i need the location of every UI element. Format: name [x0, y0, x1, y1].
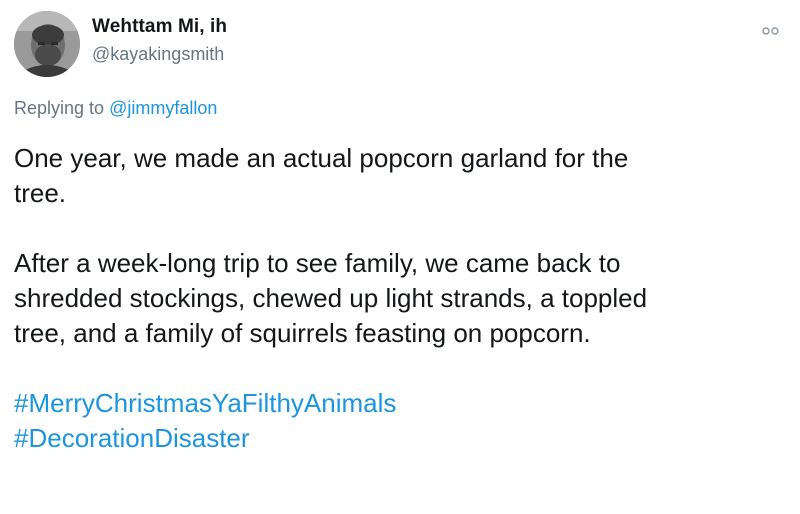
author-display-name[interactable]: Wehttam Mi, ih	[92, 15, 227, 39]
tweet-card: Wehttam Mi, ih @kayakingsmith Replying t…	[0, 0, 800, 514]
replying-to-line: Replying to @jimmyfallon	[14, 97, 217, 119]
avatar-image	[14, 11, 80, 77]
tweet-paragraph: After a week-long trip to see family, we…	[14, 248, 648, 348]
more-options-icon[interactable]	[760, 24, 782, 36]
author-block: Wehttam Mi, ih @kayakingsmith	[92, 15, 227, 66]
hashtag-link[interactable]: #MerryChristmasYaFilthyAnimals	[14, 386, 784, 421]
tweet-text: One year, we made an actual popcorn garl…	[14, 141, 784, 456]
hashtag-link[interactable]: #DecorationDisaster	[14, 421, 784, 456]
tweet-paragraph: One year, we made an actual popcorn garl…	[14, 143, 629, 208]
avatar[interactable]	[14, 11, 80, 77]
reply-mention-link[interactable]: @jimmyfallon	[109, 98, 217, 118]
replying-to-label: Replying to	[14, 98, 110, 118]
hashtag-list: #MerryChristmasYaFilthyAnimals #Decorati…	[14, 386, 784, 456]
author-handle[interactable]: @kayakingsmith	[92, 42, 227, 66]
